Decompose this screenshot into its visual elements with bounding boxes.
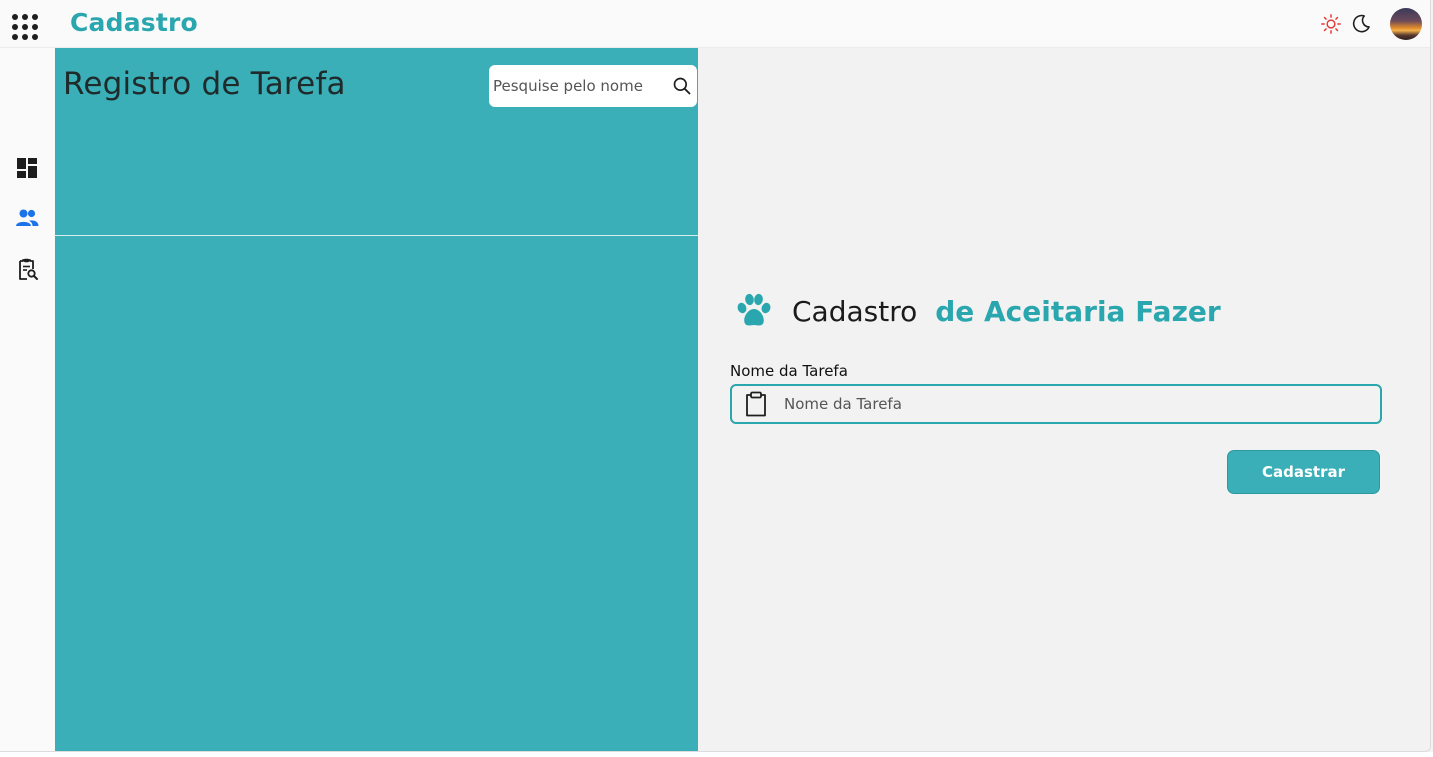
apps-grid-icon[interactable] bbox=[12, 14, 40, 42]
users-icon[interactable] bbox=[15, 206, 39, 230]
search-input[interactable] bbox=[489, 65, 667, 107]
dashboard-icon[interactable] bbox=[15, 156, 39, 180]
search-box bbox=[489, 65, 697, 107]
window-bottom-edge bbox=[0, 752, 1433, 757]
sidebar bbox=[0, 48, 55, 751]
task-name-field-box bbox=[730, 384, 1382, 424]
form-heading: Cadastro de Aceitaria Fazer bbox=[734, 291, 1221, 331]
form-title-accent: de Aceitaria Fazer bbox=[935, 294, 1221, 328]
form-title: Cadastro bbox=[792, 294, 918, 328]
clipboard-search-icon[interactable] bbox=[15, 257, 39, 281]
app-brand-title[interactable]: Cadastro bbox=[70, 8, 198, 37]
submit-button[interactable]: Cadastrar bbox=[1227, 450, 1380, 494]
panel-title: Registro de Tarefa bbox=[63, 66, 346, 102]
registration-form: Cadastro de Aceitaria Fazer Nome da Tare… bbox=[698, 48, 1430, 751]
task-name-label: Nome da Tarefa bbox=[730, 362, 848, 380]
moon-icon[interactable] bbox=[1350, 13, 1372, 35]
task-list-panel: Registro de Tarefa bbox=[55, 48, 698, 751]
clipboard-icon bbox=[746, 391, 766, 417]
search-icon[interactable] bbox=[672, 76, 692, 96]
top-bar: Cadastro bbox=[0, 0, 1430, 48]
task-name-input[interactable] bbox=[784, 386, 1374, 422]
panel-divider bbox=[55, 235, 698, 236]
sun-icon[interactable] bbox=[1320, 13, 1342, 35]
app-window: Cadastro Registro de Tarefa Pesquise pel… bbox=[0, 0, 1431, 752]
paw-icon bbox=[737, 293, 771, 326]
user-avatar[interactable] bbox=[1390, 8, 1422, 40]
